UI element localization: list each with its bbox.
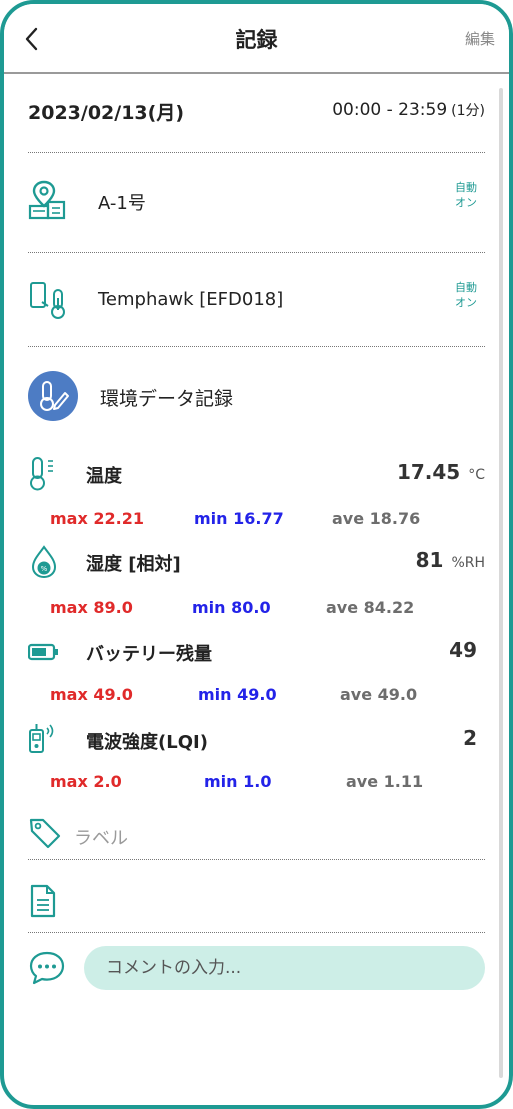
stat-min: min 16.77 xyxy=(194,509,284,528)
document-button[interactable] xyxy=(28,884,58,918)
divider xyxy=(28,346,485,347)
device-auto-badge[interactable]: 自動 オン xyxy=(455,280,477,310)
time-range-text: 00:00 - 23:59 xyxy=(332,100,448,120)
location-name: A-1号 xyxy=(98,193,146,214)
divider xyxy=(28,252,485,253)
measurement-name: 湿度 [相対] xyxy=(86,554,181,575)
comment-input[interactable] xyxy=(84,946,485,990)
measurement-signal: 電波強度(LQI) 2 xyxy=(28,722,485,758)
auto-line2: オン xyxy=(455,196,477,209)
scrollbar[interactable] xyxy=(499,88,503,1078)
measurement-name: バッテリー残量 xyxy=(86,644,212,665)
measurement-value: 49 xyxy=(449,638,485,662)
value-number: 17.45 xyxy=(396,460,461,484)
measurement-name: 温度 xyxy=(86,466,122,487)
value-unit: %RH xyxy=(451,555,485,571)
measurement-stats: max 49.0 min 49.0 ave 49.0 xyxy=(50,685,485,709)
value-number: 81 xyxy=(415,548,444,572)
stat-min: min 49.0 xyxy=(198,685,277,704)
value-number: 2 xyxy=(463,726,477,750)
stat-ave: ave 84.22 xyxy=(326,598,415,617)
stat-min: min 1.0 xyxy=(204,772,272,791)
thermometer-icon xyxy=(30,457,53,491)
measurement-stats: max 22.21 min 16.77 ave 18.76 xyxy=(50,509,485,533)
page-title: 記録 xyxy=(235,28,278,52)
device-name: Temphawk [EFD018] xyxy=(98,289,284,310)
value-number: 49 xyxy=(449,638,477,662)
svg-text:%: % xyxy=(41,565,48,573)
document-icon xyxy=(30,884,56,918)
label-placeholder: ラベル xyxy=(74,828,128,849)
divider xyxy=(28,859,485,860)
measurement-temperature: 温度 17.45 °C xyxy=(28,456,485,492)
humidity-drop-icon: % xyxy=(31,545,57,579)
stat-min: min 80.0 xyxy=(192,598,271,617)
measurement-value: 17.45 °C xyxy=(397,460,485,484)
environment-badge xyxy=(28,371,78,421)
measurement-humidity: % 湿度 [相対] 81 %RH xyxy=(28,544,485,580)
stat-ave: ave 18.76 xyxy=(332,509,421,528)
edit-button[interactable]: 編集 xyxy=(465,28,495,49)
tag-icon xyxy=(29,818,61,849)
time-range: 00:00 - 23:59 (1分) xyxy=(332,100,485,120)
battery-icon xyxy=(28,643,58,661)
divider xyxy=(28,932,485,933)
header-bar: 記録 編集 xyxy=(4,4,509,74)
stat-ave: ave 49.0 xyxy=(340,685,418,704)
location-building-icon xyxy=(28,180,66,220)
divider xyxy=(28,152,485,153)
environment-label: 環境データ記録 xyxy=(100,388,234,410)
measurement-value: 2 xyxy=(463,726,485,750)
comment-row xyxy=(28,946,485,992)
phone-thermometer-icon xyxy=(30,282,65,319)
device-row[interactable]: Temphawk [EFD018] 自動 オン xyxy=(28,280,485,320)
stat-max: max 2.0 xyxy=(50,772,122,791)
signal-device-icon xyxy=(29,724,54,753)
thermometer-pen-icon xyxy=(40,381,69,411)
stat-max: max 89.0 xyxy=(50,598,133,617)
measurement-battery: バッテリー残量 49 xyxy=(28,634,485,670)
measurement-stats: max 2.0 min 1.0 ave 1.11 xyxy=(50,772,485,796)
stat-ave: ave 1.11 xyxy=(346,772,424,791)
app-frame: 記録 編集 2023/02/13(月) 00:00 - 23:59 (1分) A-… xyxy=(0,0,513,1109)
auto-line1: 自動 xyxy=(455,281,477,294)
interval-text: (1分) xyxy=(451,103,485,119)
location-auto-badge[interactable]: 自動 オン xyxy=(455,180,477,210)
measurement-name: 電波強度(LQI) xyxy=(86,732,208,753)
record-date: 2023/02/13(月) xyxy=(28,102,185,124)
auto-line1: 自動 xyxy=(455,181,477,194)
environment-record-row[interactable]: 環境データ記録 xyxy=(28,371,428,423)
location-row[interactable]: A-1号 自動 オン xyxy=(28,180,485,220)
chat-bubble-icon xyxy=(29,951,65,985)
value-unit: °C xyxy=(468,467,485,483)
stat-max: max 22.21 xyxy=(50,509,144,528)
auto-line2: オン xyxy=(455,296,477,309)
measurement-value: 81 %RH xyxy=(416,548,485,572)
stat-max: max 49.0 xyxy=(50,685,133,704)
label-field-row[interactable]: ラベル xyxy=(28,816,485,854)
record-date-row: 2023/02/13(月) 00:00 - 23:59 (1分) xyxy=(28,98,485,132)
measurement-stats: max 89.0 min 80.0 ave 84.22 xyxy=(50,598,485,622)
